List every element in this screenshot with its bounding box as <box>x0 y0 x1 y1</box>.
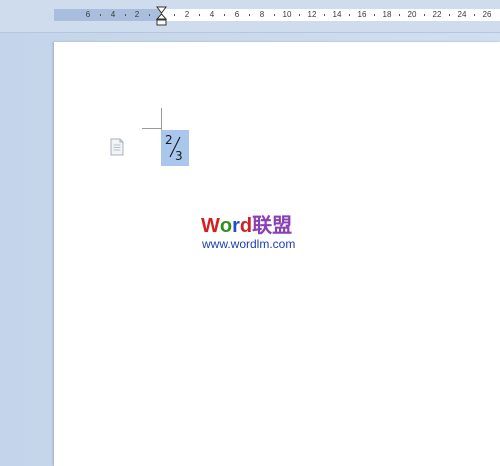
watermark-title-char: 盟 <box>272 215 293 237</box>
watermark-title-char: 联 <box>252 215 273 237</box>
ruler-label-right: 26 <box>482 10 492 19</box>
ruler-dot <box>174 14 175 16</box>
ruler-dot <box>125 14 126 16</box>
watermark-title: Word联盟 <box>201 215 295 237</box>
ruler-dot <box>249 14 250 16</box>
ruler-dot <box>274 14 275 16</box>
document-icon <box>110 138 124 156</box>
ruler-label-right: 16 <box>357 10 367 19</box>
watermark-title-char: r <box>232 215 240 237</box>
document-page[interactable]: 2 3 Word联盟 www.wordlm.com <box>54 42 500 466</box>
fraction-two-thirds[interactable]: 2 3 <box>164 132 186 162</box>
ruler-dot <box>149 14 150 16</box>
ruler-dot <box>199 14 200 16</box>
ruler-label-right: 4 <box>209 10 215 19</box>
fraction-numerator: 2 <box>165 133 173 147</box>
ruler-label-right: 22 <box>432 10 442 19</box>
text-boundary-corner <box>142 128 162 129</box>
watermark-title-char: W <box>201 215 220 237</box>
ruler-dot <box>449 14 450 16</box>
watermark-title-char: d <box>239 215 253 237</box>
ruler-label-right: 18 <box>382 10 392 19</box>
ruler-dot <box>399 14 400 16</box>
ruler-dot <box>349 14 350 16</box>
ruler-label-right: 6 <box>234 10 240 19</box>
ruler-dot <box>424 14 425 16</box>
ruler-label-left: 2 <box>134 10 140 19</box>
ruler-dot <box>299 14 300 16</box>
ruler-label-left: 4 <box>110 10 116 19</box>
ruler-label-right: 2 <box>184 10 190 19</box>
fraction-denominator: 3 <box>175 149 183 162</box>
ruler-label-left: 6 <box>85 10 91 19</box>
ruler-left-margin <box>54 9 161 21</box>
watermark-url: www.wordlm.com <box>202 237 296 251</box>
ruler-label-right: 8 <box>259 10 265 19</box>
ruler-dot <box>374 14 375 16</box>
ruler-label-right: 14 <box>332 10 342 19</box>
ruler-label-right: 12 <box>307 10 317 19</box>
watermark-logo: Word联盟 www.wordlm.com <box>201 215 295 251</box>
ruler-label-right: 10 <box>282 10 292 19</box>
ruler-dot <box>100 14 101 16</box>
indent-marker-icon[interactable] <box>156 6 167 26</box>
ruler-dot <box>224 14 225 16</box>
watermark-title-char: o <box>219 215 233 237</box>
ruler-dot <box>474 14 475 16</box>
ruler-label-right: 24 <box>457 10 467 19</box>
ruler-dot <box>324 14 325 16</box>
horizontal-ruler[interactable]: 6 4 2 2 4 6 8 10 12 14 16 18 20 22 24 26 <box>0 0 500 33</box>
ruler-label-right: 20 <box>407 10 417 19</box>
